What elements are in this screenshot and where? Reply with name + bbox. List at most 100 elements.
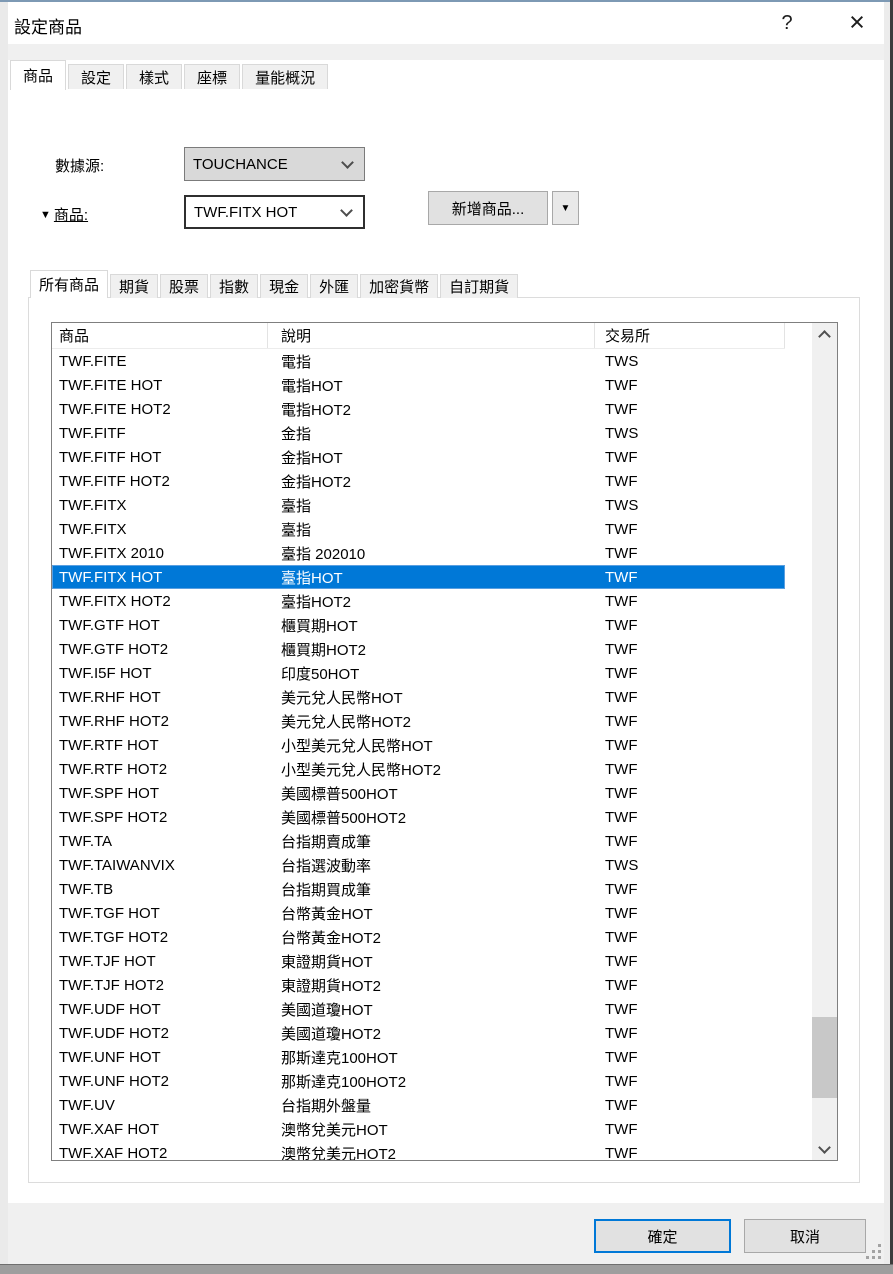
tab-商品[interactable]: 商品: [10, 60, 66, 90]
symbol-combobox[interactable]: TWF.FITX HOT: [184, 195, 365, 229]
column-header-1[interactable]: 說明: [268, 323, 595, 348]
cell-symbol: TWF.FITE: [52, 353, 268, 370]
cell-name: 臺指HOT: [268, 567, 595, 588]
category-tab-外匯[interactable]: 外匯: [310, 274, 358, 298]
table-row[interactable]: TWF.FITE電指TWS: [52, 349, 785, 373]
column-header-0[interactable]: 商品: [52, 323, 268, 348]
table-row[interactable]: TWF.FITE HOT電指HOTTWF: [52, 373, 785, 397]
table-row[interactable]: TWF.FITE HOT2電指HOT2TWF: [52, 397, 785, 421]
symbol-label[interactable]: ▼商品:: [40, 204, 88, 225]
resize-grip-icon[interactable]: [866, 1244, 882, 1260]
cell-exchange: TWF: [595, 665, 785, 682]
help-icon[interactable]: ?: [772, 8, 802, 38]
category-tab-加密貨幣[interactable]: 加密貨幣: [360, 274, 438, 298]
table-row[interactable]: TWF.FITX HOT2臺指HOT2TWF: [52, 589, 785, 613]
cell-exchange: TWF: [595, 929, 785, 946]
cell-exchange: TWF: [595, 449, 785, 466]
table-row[interactable]: TWF.TJF HOT東證期貨HOTTWF: [52, 949, 785, 973]
cell-symbol: TWF.RHF HOT2: [52, 713, 268, 730]
cell-exchange: TWF: [595, 905, 785, 922]
cell-symbol: TWF.TGF HOT: [52, 905, 268, 922]
table-row[interactable]: TWF.TB台指期買成筆TWF: [52, 877, 785, 901]
cell-name: 臺指: [268, 495, 595, 516]
table-row[interactable]: TWF.RTF HOT小型美元兌人民幣HOTTWF: [52, 733, 785, 757]
table-row[interactable]: TWF.RHF HOT2美元兌人民幣HOT2TWF: [52, 709, 785, 733]
category-tab-指數[interactable]: 指數: [210, 274, 258, 298]
table-row[interactable]: TWF.TJF HOT2東證期貨HOT2TWF: [52, 973, 785, 997]
table-row[interactable]: TWF.UNF HOT那斯達克100HOTTWF: [52, 1045, 785, 1069]
cell-name: 小型美元兌人民幣HOT2: [268, 759, 595, 780]
cell-symbol: TWF.RTF HOT2: [52, 761, 268, 778]
category-tab-所有商品[interactable]: 所有商品: [30, 270, 108, 298]
table-row[interactable]: TWF.SPF HOT美國標普500HOTTWF: [52, 781, 785, 805]
table-row[interactable]: TWF.FITX HOT臺指HOTTWF: [52, 565, 785, 589]
ok-button[interactable]: 確定: [594, 1219, 731, 1253]
table-row[interactable]: TWF.FITX臺指TWS: [52, 493, 785, 517]
add-product-button[interactable]: 新增商品...: [428, 191, 548, 225]
table-row[interactable]: TWF.FITF HOT2金指HOT2TWF: [52, 469, 785, 493]
cancel-button[interactable]: 取消: [744, 1219, 866, 1253]
table-row[interactable]: TWF.UNF HOT2那斯達克100HOT2TWF: [52, 1069, 785, 1093]
cell-name: 台幣黃金HOT2: [268, 927, 595, 948]
category-tab-現金[interactable]: 現金: [260, 274, 308, 298]
cell-symbol: TWF.RHF HOT: [52, 689, 268, 706]
scroll-down-icon[interactable]: [812, 1138, 837, 1160]
add-product-dropdown-button[interactable]: ▼: [552, 191, 579, 225]
table-row[interactable]: TWF.XAF HOT2澳幣兌美元HOT2TWF: [52, 1141, 785, 1160]
category-tabstrip: 所有商品期貨股票指數現金外匯加密貨幣自訂期貨: [30, 270, 520, 298]
cell-symbol: TWF.TJF HOT: [52, 953, 268, 970]
tab-設定[interactable]: 設定: [68, 64, 124, 90]
datasource-combobox[interactable]: TOUCHANCE: [184, 147, 365, 181]
table-row[interactable]: TWF.TAIWANVIX台指選波動率TWS: [52, 853, 785, 877]
cell-symbol: TWF.UDF HOT2: [52, 1025, 268, 1042]
close-icon[interactable]: ×: [840, 5, 874, 39]
cell-exchange: TWS: [595, 857, 785, 874]
table-row[interactable]: TWF.TGF HOT台幣黃金HOTTWF: [52, 901, 785, 925]
cell-name: 美國道瓊HOT: [268, 999, 595, 1020]
table-row[interactable]: TWF.UV台指期外盤量TWF: [52, 1093, 785, 1117]
cell-name: 台指選波動率: [268, 855, 595, 876]
symbol-value: TWF.FITX HOT: [186, 204, 342, 221]
cell-symbol: TWF.FITX: [52, 521, 268, 538]
cell-exchange: TWF: [595, 809, 785, 826]
column-header-2[interactable]: 交易所: [595, 323, 785, 348]
tab-樣式[interactable]: 樣式: [126, 64, 182, 90]
cell-exchange: TWF: [595, 1097, 785, 1114]
cell-name: 美元兌人民幣HOT: [268, 687, 595, 708]
vertical-scrollbar[interactable]: [812, 323, 837, 1160]
table-row[interactable]: TWF.FITF HOT金指HOTTWF: [52, 445, 785, 469]
table-row[interactable]: TWF.UDF HOT2美國道瓊HOT2TWF: [52, 1021, 785, 1045]
cell-exchange: TWS: [595, 497, 785, 514]
cell-exchange: TWF: [595, 737, 785, 754]
category-tab-股票[interactable]: 股票: [160, 274, 208, 298]
table-row[interactable]: TWF.FITX臺指TWF: [52, 517, 785, 541]
tab-座標[interactable]: 座標: [184, 64, 240, 90]
cell-name: 臺指: [268, 519, 595, 540]
tab-量能概況[interactable]: 量能概況: [242, 64, 328, 90]
table-row[interactable]: TWF.SPF HOT2美國標普500HOT2TWF: [52, 805, 785, 829]
category-tab-自訂期貨[interactable]: 自訂期貨: [440, 274, 518, 298]
category-tab-期貨[interactable]: 期貨: [110, 274, 158, 298]
table-row[interactable]: TWF.TA台指期賣成筆TWF: [52, 829, 785, 853]
scroll-up-icon[interactable]: [812, 323, 837, 345]
table-row[interactable]: TWF.TGF HOT2台幣黃金HOT2TWF: [52, 925, 785, 949]
cell-name: 電指: [268, 351, 595, 372]
cell-exchange: TWF: [595, 401, 785, 418]
table-row[interactable]: TWF.GTF HOT櫃買期HOTTWF: [52, 613, 785, 637]
table-row[interactable]: TWF.UDF HOT美國道瓊HOTTWF: [52, 997, 785, 1021]
table-row[interactable]: TWF.FITF金指TWS: [52, 421, 785, 445]
list-header: 商品說明交易所: [52, 323, 785, 349]
cell-exchange: TWF: [595, 953, 785, 970]
cell-symbol: TWF.TB: [52, 881, 268, 898]
table-row[interactable]: TWF.RTF HOT2小型美元兌人民幣HOT2TWF: [52, 757, 785, 781]
table-row[interactable]: TWF.XAF HOT澳幣兌美元HOTTWF: [52, 1117, 785, 1141]
triangle-down-icon: ▼: [561, 203, 571, 214]
table-row[interactable]: TWF.I5F HOT印度50HOTTWF: [52, 661, 785, 685]
table-row[interactable]: TWF.GTF HOT2櫃買期HOT2TWF: [52, 637, 785, 661]
scrollbar-thumb[interactable]: [812, 1017, 837, 1098]
cell-name: 台指期外盤量: [268, 1095, 595, 1116]
cell-symbol: TWF.FITE HOT2: [52, 401, 268, 418]
cell-exchange: TWF: [595, 641, 785, 658]
table-row[interactable]: TWF.RHF HOT美元兌人民幣HOTTWF: [52, 685, 785, 709]
table-row[interactable]: TWF.FITX 2010臺指 202010TWF: [52, 541, 785, 565]
